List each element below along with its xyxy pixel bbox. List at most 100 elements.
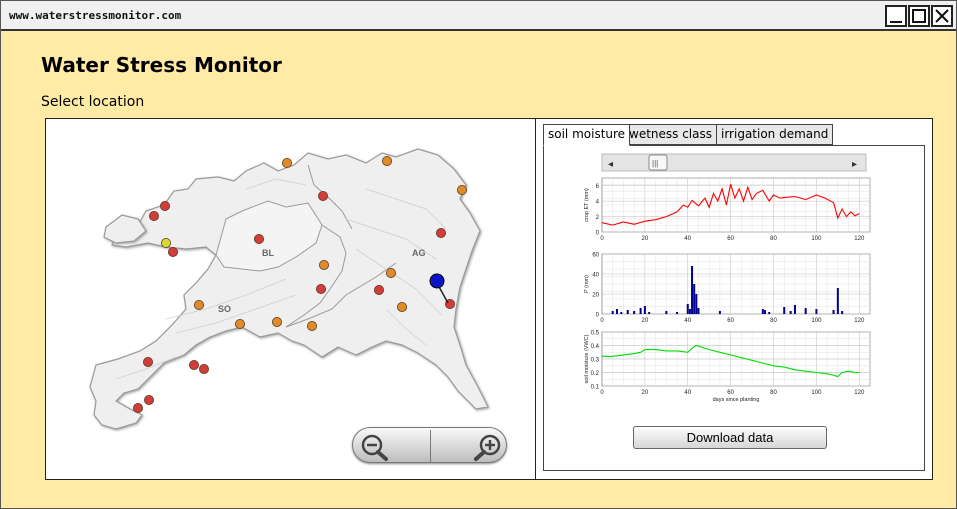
bar <box>695 294 698 314</box>
minimize-button[interactable] <box>885 5 907 27</box>
location-marker[interactable] <box>143 356 154 367</box>
location-marker[interactable] <box>160 201 171 212</box>
location-marker[interactable] <box>373 284 384 295</box>
x-tick-label: 0 <box>600 390 604 396</box>
x-tick-label: 20 <box>642 318 649 324</box>
bar <box>841 311 844 314</box>
x-tick-label: 120 <box>854 236 865 242</box>
tab-soil-moisture[interactable]: soil moisture <box>543 124 631 146</box>
location-marker[interactable] <box>193 299 204 310</box>
location-marker[interactable] <box>161 238 172 249</box>
location-marker[interactable] <box>317 191 328 202</box>
bar <box>763 310 766 314</box>
zoom-out-icon <box>361 434 388 461</box>
bar <box>643 306 646 314</box>
app-window: www.waterstressmonitor.com Water Stress … <box>0 0 957 509</box>
detail-area: soil moisture wetness class irrigation d… <box>537 119 933 479</box>
location-marker[interactable] <box>315 283 326 294</box>
location-marker[interactable] <box>306 320 317 331</box>
tab-wetness-class[interactable]: wetness class <box>624 124 717 145</box>
main-panel: BL SO AG soil moisture wetness class irr… <box>45 118 933 480</box>
location-marker[interactable] <box>456 185 467 196</box>
location-marker[interactable] <box>234 318 245 329</box>
bar <box>665 311 668 314</box>
x-tick-label: 60 <box>727 318 734 324</box>
y-axis-label: P (mm) <box>584 275 590 293</box>
bar <box>633 311 636 314</box>
location-marker[interactable] <box>281 158 292 169</box>
bar <box>688 309 691 314</box>
bar <box>626 310 629 314</box>
y-tick-label: 20 <box>592 293 599 299</box>
location-marker[interactable] <box>396 301 407 312</box>
bar <box>648 312 651 314</box>
x-tick-label: 80 <box>770 390 777 396</box>
page-title: Water Stress Monitor <box>41 53 282 77</box>
y-tick-label: 40 <box>592 273 599 279</box>
region-label-bl: BL <box>262 248 274 258</box>
bar <box>768 312 771 314</box>
x-tick-label: 120 <box>854 390 865 396</box>
time-slider[interactable]: ◂ ▸ ||| <box>601 153 867 172</box>
y-axis-label: soil moisture (VWC) <box>584 334 590 383</box>
zoom-in-button[interactable] <box>431 428 508 464</box>
location-marker[interactable] <box>271 316 282 327</box>
map-svg[interactable]: BL SO AG <box>46 119 536 479</box>
location-marker[interactable] <box>435 228 446 239</box>
bar <box>804 308 807 314</box>
bar <box>789 311 792 314</box>
zoom-in-icon <box>474 434 501 461</box>
bar <box>832 310 835 314</box>
y-tick-label: 4 <box>596 200 600 206</box>
x-tick-label: 100 <box>811 318 822 324</box>
bar <box>676 312 679 314</box>
bar <box>836 288 839 314</box>
minimize-icon <box>890 21 902 23</box>
url-text: www.waterstressmonitor.com <box>9 9 182 22</box>
x-tick-label: 60 <box>727 390 734 396</box>
zoom-out-button[interactable] <box>353 428 430 464</box>
zoom-control <box>352 427 507 463</box>
slider-thumb-grip: ||| <box>652 159 658 168</box>
y-tick-label: 0 <box>596 231 600 237</box>
download-data-button[interactable]: Download data <box>633 426 827 449</box>
x-tick-label: 80 <box>770 318 777 324</box>
bar <box>815 309 818 314</box>
select-location-label: Select location <box>41 94 145 110</box>
close-button[interactable] <box>931 5 953 27</box>
bar <box>693 284 696 314</box>
slider-right-arrow[interactable]: ▸ <box>852 159 857 170</box>
location-marker[interactable] <box>318 259 329 270</box>
x-tick-label: 40 <box>684 318 691 324</box>
maximize-icon <box>912 9 926 23</box>
bar <box>783 307 786 314</box>
tab-irrigation-demand[interactable]: irrigation demand <box>716 124 834 145</box>
x-tick-label: 20 <box>642 390 649 396</box>
region-label-so: SO <box>218 304 231 314</box>
y-tick-label: 60 <box>592 253 599 259</box>
location-marker[interactable] <box>133 402 144 413</box>
location-marker[interactable] <box>198 363 209 374</box>
bar <box>718 311 721 314</box>
location-marker[interactable] <box>381 156 392 167</box>
y-tick-label: 0.5 <box>591 331 600 337</box>
location-marker[interactable] <box>188 359 199 370</box>
x-tick-label: 100 <box>811 390 822 396</box>
y-tick-label: 0.4 <box>591 344 600 350</box>
location-marker[interactable] <box>144 394 155 405</box>
maximize-button[interactable] <box>908 5 930 27</box>
bar <box>611 311 614 314</box>
bar <box>793 305 796 314</box>
y-tick-label: 0.3 <box>591 358 600 364</box>
y-tick-label: 2 <box>596 215 600 221</box>
y-tick-label: 0 <box>596 313 600 319</box>
slider-left-arrow[interactable]: ◂ <box>608 159 613 170</box>
location-marker[interactable] <box>149 211 160 222</box>
location-marker[interactable] <box>253 234 264 245</box>
location-marker[interactable] <box>168 246 179 257</box>
location-map[interactable]: BL SO AG <box>46 119 536 479</box>
bar <box>616 309 619 314</box>
y-axis-label: crop ET (mm) <box>584 188 590 222</box>
location-marker[interactable] <box>385 267 396 278</box>
region-label-ag: AG <box>412 248 426 258</box>
